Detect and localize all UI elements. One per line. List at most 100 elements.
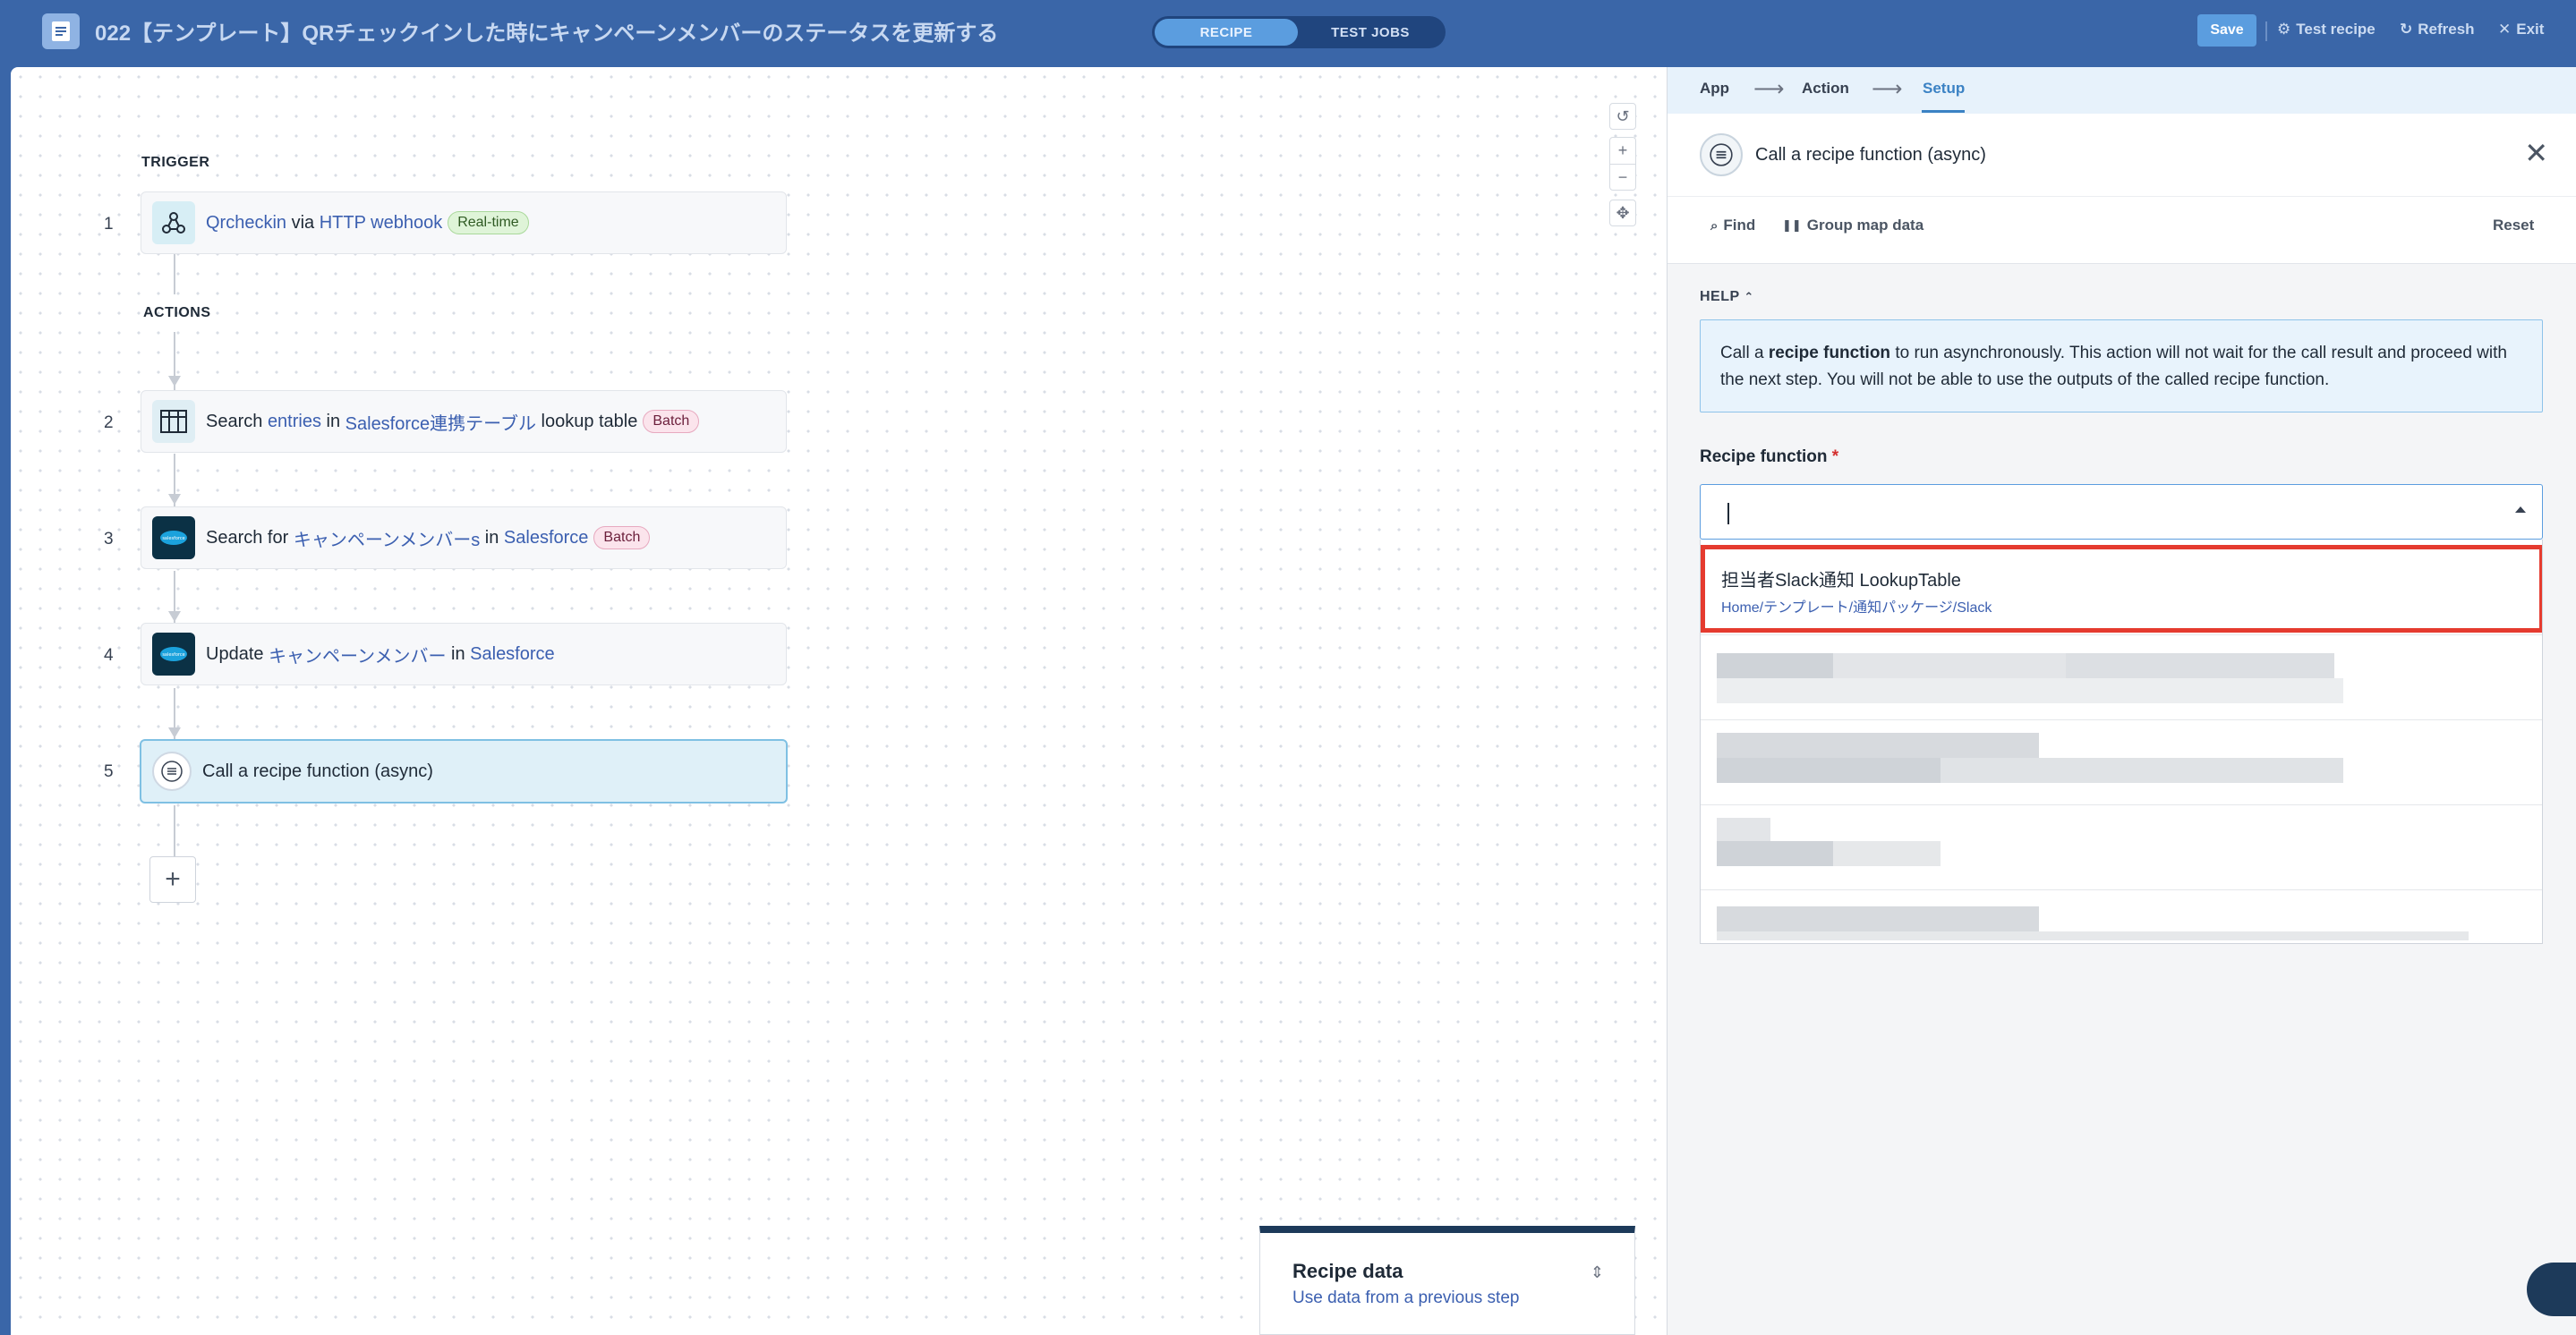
reset-view-icon[interactable]: ↺ [1609,103,1636,130]
step-text: Search for [206,527,294,548]
recipe-function-select[interactable] [1700,484,2543,540]
recipe-canvas[interactable]: TRIGGER ACTIONS 1 Qrcheckin via HTTP web… [11,67,1667,1335]
find-label: Find [1723,217,1756,234]
search-icon: ⌕ [1710,217,1719,234]
option-path: Home/テンプレート/通知パッケージ/Slack [1721,600,1992,616]
fit-view-icon[interactable]: ✥ [1609,200,1636,226]
assistant-button[interactable] [2527,1263,2576,1316]
salesforce-icon: salesforce [152,516,195,559]
group-map-label: Group map data [1806,217,1924,234]
step-table-link[interactable]: Salesforce連携テーブル [345,409,536,435]
active-crumb-indicator [1922,110,1965,113]
table-icon [152,400,195,443]
svg-text:salesforce: salesforce [162,536,184,541]
tab-test-jobs[interactable]: TEST JOBS [1298,19,1443,46]
step-app-link[interactable]: Salesforce [470,644,555,665]
step-text: in [480,527,504,548]
step-text: lookup table [535,411,638,431]
recipe-function-dropdown[interactable]: 担当者Slack通知 LookupTable Home/テンプレート/通知パッケ… [1700,540,2543,944]
gear-icon: ⚙ [2277,21,2291,38]
exit-button[interactable]: ✕ Exit [2498,21,2544,38]
step-1-trigger[interactable]: Qrcheckin via HTTP webhook Real-time [141,191,787,254]
step-text: in [446,643,471,664]
test-recipe-button[interactable]: ⚙ Test recipe [2277,21,2376,38]
step-object-link[interactable]: entries [268,412,321,432]
zoom-out-icon[interactable]: − [1609,164,1636,191]
recipe-doc-icon[interactable] [42,13,80,49]
step-trigger-link[interactable]: HTTP webhook [320,213,442,234]
chevron-up-icon[interactable] [2515,506,2526,513]
step-text: Update [206,643,269,664]
step-5-action-selected[interactable]: Call a recipe function (async) [140,739,788,804]
recipe-data-panel[interactable]: Recipe data Use data from a previous ste… [1259,1226,1635,1335]
step-text: Search [206,411,268,431]
help-text: Call a [1720,344,1769,362]
step-2-action[interactable]: Search entries in Salesforce連携テーブル looku… [141,390,787,453]
help-text-bold: recipe function [1768,344,1891,362]
dropdown-option-blurred[interactable] [1701,889,2542,943]
recipe-title[interactable]: 022【テンプレート】QRチェックインした時にキャンペーンメンバーのステータスを… [95,15,998,47]
step-app-link[interactable]: Qrcheckin [206,213,286,234]
panel-title: Call a recipe function (async) [1755,145,1986,165]
test-recipe-label: Test recipe [2296,21,2376,38]
batch-badge: Batch [643,410,700,433]
realtime-badge: Real-time [448,211,529,234]
arrow-right-icon: ⟶ [1872,77,1903,101]
close-icon[interactable]: ✕ [2524,139,2548,167]
actions-label: ACTIONS [143,305,211,320]
field-label-recipe-function: Recipe function * [1700,447,1838,467]
group-map-data-button[interactable]: ❚❚ Group map data [1782,217,1923,234]
arrow-right-icon: ⟶ [1753,77,1785,101]
zoom-in-icon[interactable]: + [1609,137,1636,164]
step-text: in [320,411,345,431]
help-box: Call a recipe function to run asynchrono… [1700,319,2543,412]
step-number: 4 [104,646,114,665]
save-button[interactable]: Save [2197,14,2256,47]
option-name: 担当者Slack通知 LookupTable [1721,571,1961,591]
step-3-action[interactable]: salesforce Search for キャンペーンメンバーs in Sal… [141,506,787,569]
exit-label: Exit [2516,21,2545,38]
svg-text:salesforce: salesforce [162,652,184,658]
expand-collapse-icon[interactable]: ⇕ [1591,1263,1604,1282]
field-label-text: Recipe function [1700,447,1828,466]
dropdown-option-blurred[interactable] [1701,719,2542,804]
refresh-label: Refresh [2418,21,2475,38]
connector-line [174,254,175,294]
step-app-link[interactable]: Salesforce [504,528,589,548]
help-label: HELP [1700,289,1740,304]
step-4-action[interactable]: salesforce Update キャンペーンメンバー in Salesfor… [141,623,787,685]
connector-arrow [168,727,181,738]
step-text: Call a recipe function (async) [202,761,433,781]
breadcrumb-setup[interactable]: Setup [1923,80,1965,98]
recipe-testjobs-toggle[interactable]: RECIPE TEST JOBS [1152,16,1446,48]
step-number: 2 [104,413,114,432]
batch-badge: Batch [593,526,651,549]
help-toggle[interactable]: HELP ⌃ [1700,289,1754,305]
chevron-up-icon: ⌃ [1744,290,1754,303]
webhook-icon [152,201,195,244]
recipe-data-title: Recipe data [1292,1260,1403,1282]
required-mark: * [1831,447,1839,466]
step-object-link[interactable]: キャンペーンメンバーs [294,525,480,551]
find-button[interactable]: ⌕ Find [1710,217,1755,234]
recipe-data-subtitle: Use data from a previous step [1292,1288,1520,1307]
breadcrumb-app[interactable]: App [1700,80,1729,98]
add-step-button[interactable]: + [149,856,196,903]
step-object-link[interactable]: キャンペーンメンバー [269,642,446,668]
text-cursor [1727,503,1729,524]
dropdown-option-blurred[interactable] [1701,634,2542,719]
tab-recipe[interactable]: RECIPE [1155,19,1298,46]
pause-icon: ❚❚ [1782,218,1802,232]
breadcrumb-action[interactable]: Action [1802,80,1849,98]
refresh-icon: ↻ [2400,21,2413,38]
recipe-function-icon [1700,133,1743,176]
refresh-button[interactable]: ↻ Refresh [2400,21,2475,38]
connector-arrow [168,376,181,387]
toolbar-divider [2265,21,2267,41]
reset-button[interactable]: Reset [2493,217,2534,234]
dropdown-option-highlighted[interactable]: 担当者Slack通知 LookupTable Home/テンプレート/通知パッケ… [1701,545,2542,633]
step-number: 5 [104,762,114,781]
connector-line [174,805,175,856]
dropdown-option-blurred[interactable] [1701,804,2542,889]
step-number: 3 [104,530,114,548]
